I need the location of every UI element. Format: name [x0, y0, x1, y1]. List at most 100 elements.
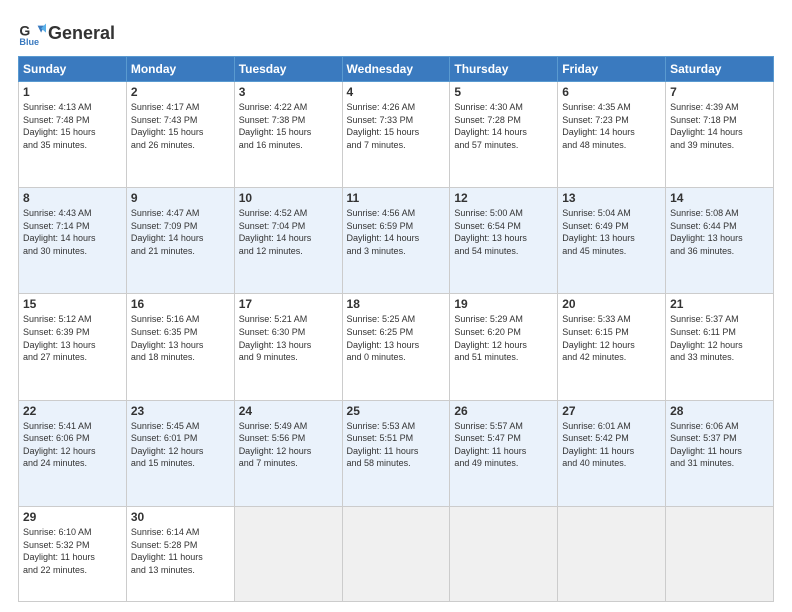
day-number: 1 — [23, 85, 122, 99]
calendar-cell: 19Sunrise: 5:29 AM Sunset: 6:20 PM Dayli… — [450, 294, 558, 400]
day-number: 18 — [347, 297, 446, 311]
calendar-cell: 24Sunrise: 5:49 AM Sunset: 5:56 PM Dayli… — [234, 400, 342, 506]
day-info: Sunrise: 5:57 AM Sunset: 5:47 PM Dayligh… — [454, 420, 553, 470]
day-info: Sunrise: 6:14 AM Sunset: 5:28 PM Dayligh… — [131, 526, 230, 576]
day-info: Sunrise: 6:10 AM Sunset: 5:32 PM Dayligh… — [23, 526, 122, 576]
day-info: Sunrise: 5:41 AM Sunset: 6:06 PM Dayligh… — [23, 420, 122, 470]
col-header-thursday: Thursday — [450, 57, 558, 82]
logo: G Blue General — [18, 20, 115, 48]
day-number: 23 — [131, 404, 230, 418]
calendar-cell: 10Sunrise: 4:52 AM Sunset: 7:04 PM Dayli… — [234, 188, 342, 294]
calendar-cell: 7Sunrise: 4:39 AM Sunset: 7:18 PM Daylig… — [666, 82, 774, 188]
calendar-cell — [450, 506, 558, 601]
day-info: Sunrise: 5:33 AM Sunset: 6:15 PM Dayligh… — [562, 313, 661, 363]
svg-text:G: G — [19, 22, 30, 38]
day-info: Sunrise: 5:12 AM Sunset: 6:39 PM Dayligh… — [23, 313, 122, 363]
day-number: 5 — [454, 85, 553, 99]
day-info: Sunrise: 4:30 AM Sunset: 7:28 PM Dayligh… — [454, 101, 553, 151]
calendar-cell: 26 Sunrise: 5:57 AM Sunset: 5:47 PM Dayli… — [450, 400, 558, 506]
calendar-cell: 29 Sunrise: 6:10 AM Sunset: 5:32 PM Dayli… — [19, 506, 127, 601]
day-number: 19 — [454, 297, 553, 311]
calendar-cell: 23 Sunrise: 5:45 AM Sunset: 6:01 PM Dayli… — [126, 400, 234, 506]
calendar-cell: 27Sunrise: 6:01 AM Sunset: 5:42 PM Dayli… — [558, 400, 666, 506]
calendar-header-row: SundayMondayTuesdayWednesdayThursdayFrid… — [19, 57, 774, 82]
day-number: 24 — [239, 404, 338, 418]
col-header-saturday: Saturday — [666, 57, 774, 82]
calendar-week-row: 22 Sunrise: 5:41 AM Sunset: 6:06 PM Dayli… — [19, 400, 774, 506]
day-number: 9 — [131, 191, 230, 205]
day-number: 30 — [131, 510, 230, 524]
day-info: Sunrise: 5:21 AM Sunset: 6:30 PM Dayligh… — [239, 313, 338, 363]
day-info: Sunrise: 4:56 AM Sunset: 6:59 PM Dayligh… — [347, 207, 446, 257]
calendar-cell: 1 Sunrise: 4:13 AM Sunset: 7:48 PM Daylig… — [19, 82, 127, 188]
day-info: Sunrise: 4:43 AM Sunset: 7:14 PM Dayligh… — [23, 207, 122, 257]
calendar-cell: 14 Sunrise: 5:08 AM Sunset: 6:44 PM Dayli… — [666, 188, 774, 294]
day-info: Sunrise: 4:52 AM Sunset: 7:04 PM Dayligh… — [239, 207, 338, 257]
calendar-cell — [558, 506, 666, 601]
day-info: Sunrise: 5:08 AM Sunset: 6:44 PM Dayligh… — [670, 207, 769, 257]
day-info: Sunrise: 4:26 AM Sunset: 7:33 PM Dayligh… — [347, 101, 446, 151]
day-number: 26 — [454, 404, 553, 418]
calendar-cell: 22 Sunrise: 5:41 AM Sunset: 6:06 PM Dayli… — [19, 400, 127, 506]
calendar-page: G Blue General SundayMondayTuesdayWednes… — [0, 0, 792, 612]
calendar-week-row: 1 Sunrise: 4:13 AM Sunset: 7:48 PM Daylig… — [19, 82, 774, 188]
day-number: 16 — [131, 297, 230, 311]
day-info: Sunrise: 5:53 AM Sunset: 5:51 PM Dayligh… — [347, 420, 446, 470]
calendar-cell: 3Sunrise: 4:22 AM Sunset: 7:38 PM Daylig… — [234, 82, 342, 188]
calendar-cell: 20 Sunrise: 5:33 AM Sunset: 6:15 PM Dayli… — [558, 294, 666, 400]
day-number: 14 — [670, 191, 769, 205]
day-info: Sunrise: 4:22 AM Sunset: 7:38 PM Dayligh… — [239, 101, 338, 151]
col-header-sunday: Sunday — [19, 57, 127, 82]
day-number: 22 — [23, 404, 122, 418]
calendar-cell: 4 Sunrise: 4:26 AM Sunset: 7:33 PM Daylig… — [342, 82, 450, 188]
calendar-cell: 15 Sunrise: 5:12 AM Sunset: 6:39 PM Dayli… — [19, 294, 127, 400]
calendar-cell: 17 Sunrise: 5:21 AM Sunset: 6:30 PM Dayli… — [234, 294, 342, 400]
day-info: Sunrise: 4:17 AM Sunset: 7:43 PM Dayligh… — [131, 101, 230, 151]
calendar-cell: 6Sunrise: 4:35 AM Sunset: 7:23 PM Daylig… — [558, 82, 666, 188]
calendar-cell: 16 Sunrise: 5:16 AM Sunset: 6:35 PM Dayli… — [126, 294, 234, 400]
day-info: Sunrise: 4:13 AM Sunset: 7:48 PM Dayligh… — [23, 101, 122, 151]
calendar-table: SundayMondayTuesdayWednesdayThursdayFrid… — [18, 56, 774, 602]
svg-text:Blue: Blue — [19, 37, 39, 47]
day-number: 17 — [239, 297, 338, 311]
calendar-week-row: 15 Sunrise: 5:12 AM Sunset: 6:39 PM Dayli… — [19, 294, 774, 400]
col-header-monday: Monday — [126, 57, 234, 82]
col-header-tuesday: Tuesday — [234, 57, 342, 82]
header: G Blue General — [18, 16, 774, 48]
day-info: Sunrise: 5:00 AM Sunset: 6:54 PM Dayligh… — [454, 207, 553, 257]
calendar-cell: 5 Sunrise: 4:30 AM Sunset: 7:28 PM Daylig… — [450, 82, 558, 188]
calendar-cell: 21 Sunrise: 5:37 AM Sunset: 6:11 PM Dayli… — [666, 294, 774, 400]
day-number: 25 — [347, 404, 446, 418]
day-number: 8 — [23, 191, 122, 205]
calendar-cell: 18 Sunrise: 5:25 AM Sunset: 6:25 PM Dayli… — [342, 294, 450, 400]
day-number: 4 — [347, 85, 446, 99]
calendar-cell — [666, 506, 774, 601]
calendar-cell: 25 Sunrise: 5:53 AM Sunset: 5:51 PM Dayli… — [342, 400, 450, 506]
logo-text: General — [48, 24, 115, 44]
day-number: 13 — [562, 191, 661, 205]
day-number: 29 — [23, 510, 122, 524]
day-number: 12 — [454, 191, 553, 205]
logo-icon: G Blue — [18, 20, 46, 48]
calendar-cell: 12 Sunrise: 5:00 AM Sunset: 6:54 PM Dayli… — [450, 188, 558, 294]
day-number: 15 — [23, 297, 122, 311]
calendar-week-row: 8 Sunrise: 4:43 AM Sunset: 7:14 PM Daylig… — [19, 188, 774, 294]
calendar-week-row: 29 Sunrise: 6:10 AM Sunset: 5:32 PM Dayli… — [19, 506, 774, 601]
col-header-wednesday: Wednesday — [342, 57, 450, 82]
logo-general: General — [48, 23, 115, 43]
calendar-cell — [342, 506, 450, 601]
col-header-friday: Friday — [558, 57, 666, 82]
day-number: 2 — [131, 85, 230, 99]
calendar-cell: 30 Sunrise: 6:14 AM Sunset: 5:28 PM Dayli… — [126, 506, 234, 601]
day-info: Sunrise: 5:25 AM Sunset: 6:25 PM Dayligh… — [347, 313, 446, 363]
day-number: 28 — [670, 404, 769, 418]
calendar-cell: 11Sunrise: 4:56 AM Sunset: 6:59 PM Dayli… — [342, 188, 450, 294]
day-info: Sunrise: 5:16 AM Sunset: 6:35 PM Dayligh… — [131, 313, 230, 363]
day-number: 20 — [562, 297, 661, 311]
day-number: 21 — [670, 297, 769, 311]
day-info: Sunrise: 5:45 AM Sunset: 6:01 PM Dayligh… — [131, 420, 230, 470]
day-number: 27 — [562, 404, 661, 418]
day-info: Sunrise: 5:37 AM Sunset: 6:11 PM Dayligh… — [670, 313, 769, 363]
calendar-cell: 2 Sunrise: 4:17 AM Sunset: 7:43 PM Daylig… — [126, 82, 234, 188]
day-info: Sunrise: 4:35 AM Sunset: 7:23 PM Dayligh… — [562, 101, 661, 151]
